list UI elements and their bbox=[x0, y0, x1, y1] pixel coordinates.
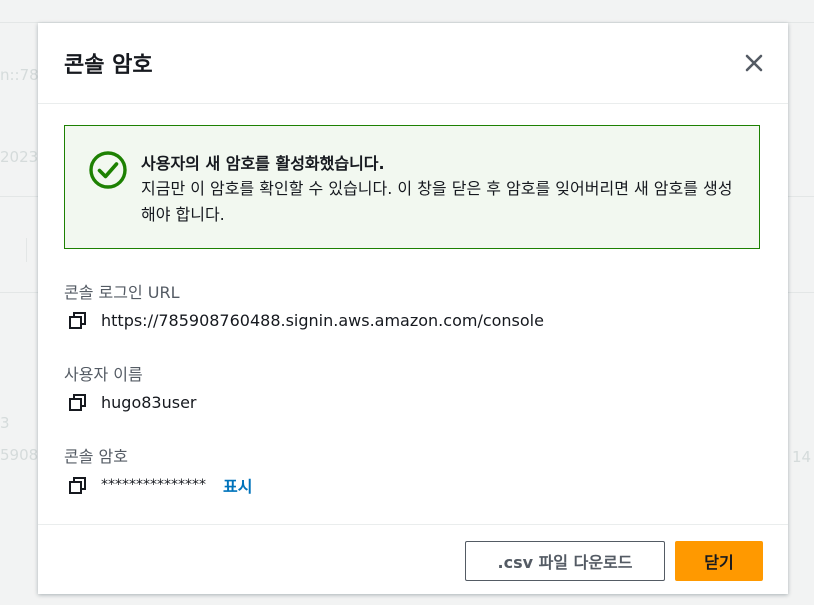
bg-text-id: 5908 bbox=[0, 446, 39, 464]
check-circle-icon bbox=[89, 151, 127, 189]
close-button[interactable] bbox=[742, 51, 766, 75]
modal-footer: .csv 파일 다운로드 닫기 bbox=[38, 524, 788, 595]
close-icon[interactable] bbox=[742, 51, 766, 75]
bg-divider bbox=[26, 238, 27, 262]
copy-icon[interactable] bbox=[68, 392, 88, 412]
username-value: hugo83user bbox=[101, 392, 197, 412]
login-url-label: 콘솔 로그인 URL bbox=[64, 283, 180, 302]
copy-icon[interactable] bbox=[68, 310, 88, 330]
bg-text: 14 bbox=[792, 448, 812, 466]
copy-icon[interactable] bbox=[68, 475, 88, 495]
bg-text-date: 2023 bbox=[0, 148, 39, 166]
console-password-modal: 콘솔 암호 사용자의 새 암호를 활성화했습니다. 지금만 이 암호를 확인할 … bbox=[38, 23, 788, 594]
bg-text: 3 bbox=[0, 414, 10, 432]
close-modal-button[interactable]: 닫기 bbox=[675, 541, 763, 581]
password-label: 콘솔 암호 bbox=[64, 447, 128, 466]
download-csv-button[interactable]: .csv 파일 다운로드 bbox=[465, 541, 665, 581]
show-password-link[interactable]: 표시 bbox=[223, 473, 252, 497]
username-label: 사용자 이름 bbox=[64, 365, 143, 384]
password-row: *************** 표시 bbox=[68, 473, 252, 497]
password-value: *************** bbox=[101, 477, 206, 493]
alert-message: 지금만 이 암호를 확인할 수 있습니다. 이 창을 닫은 후 암호를 잊어버리… bbox=[141, 179, 733, 224]
modal-header: 콘솔 암호 bbox=[38, 23, 788, 104]
login-url-row: https://785908760488.signin.aws.amazon.c… bbox=[68, 310, 544, 330]
alert-title: 사용자의 새 암호를 활성화했습니다. bbox=[141, 154, 385, 173]
success-alert: 사용자의 새 암호를 활성화했습니다. 지금만 이 암호를 확인할 수 있습니다… bbox=[64, 125, 760, 249]
username-row: hugo83user bbox=[68, 392, 196, 412]
login-url-value: https://785908760488.signin.aws.amazon.c… bbox=[101, 310, 544, 330]
modal-title: 콘솔 암호 bbox=[64, 53, 153, 78]
